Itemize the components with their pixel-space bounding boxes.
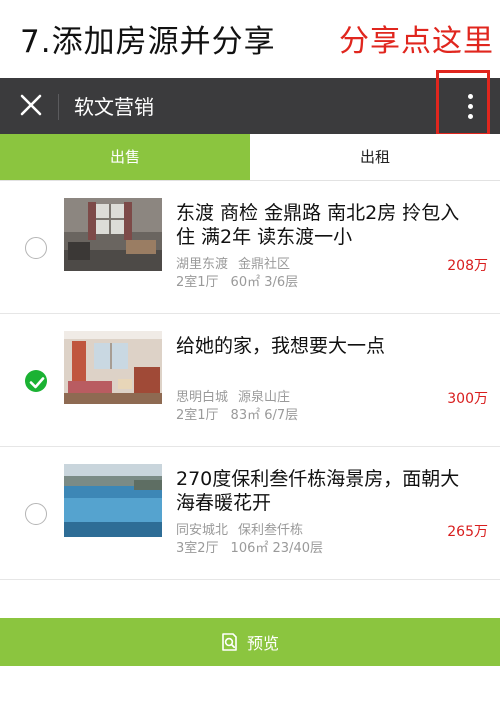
listing-specs: 2室1厅 60㎡ 3/6层: [176, 271, 298, 290]
floor-area: 106㎡: [230, 541, 269, 556]
listing-price: 265万: [447, 524, 488, 540]
floor-level: 23/40层: [272, 541, 323, 556]
floor-area: 83㎡: [230, 408, 261, 423]
more-vertical-icon: [468, 94, 473, 99]
search-document-icon: [222, 633, 237, 651]
listing-specs: 3室2厅 106㎡ 23/40层: [176, 537, 323, 556]
listing-item[interactable]: 270度保利叁仟栋海景房，面朝大海春暖花开 同安城北 保利叁仟栋 3室2厅 106㎡…: [0, 447, 500, 580]
district-name: 同安城北: [176, 523, 229, 538]
listing-title: 东渡 商检 金鼎路 南北2房 拎包入住 满2年 读东渡一小: [176, 202, 460, 248]
preview-label: 预览: [247, 634, 280, 653]
community-name: 金鼎社区: [238, 257, 291, 272]
close-icon: [20, 94, 42, 116]
district-name: 湖里东渡: [176, 257, 229, 272]
more-menu-button[interactable]: [448, 86, 492, 126]
step-title: 7.添加房源并分享: [20, 24, 276, 60]
app-bar: 软文营销: [0, 78, 500, 134]
listing-location: 思明白城 源泉山庄: [176, 386, 290, 405]
select-radio[interactable]: [25, 237, 47, 259]
checkmark-icon: [29, 377, 45, 389]
community-name: 保利叁仟栋: [238, 523, 304, 538]
listing-item[interactable]: 给她的家，我想要大一点 思明白城 源泉山庄 2室1厅 83㎡ 6/7层 300万: [0, 314, 500, 447]
district-name: 思明白城: [176, 390, 229, 405]
listing-specs: 2室1厅 83㎡ 6/7层: [176, 404, 298, 423]
page-title: 软文营销: [74, 95, 154, 119]
select-radio[interactable]: [25, 370, 47, 392]
listing-photo: [64, 198, 162, 271]
room-layout: 3室2厅: [176, 541, 219, 556]
listing-photo: [64, 331, 162, 404]
listing-list: 东渡 商检 金鼎路 南北2房 拎包入住 满2年 读东渡一小 湖里东渡 金鼎社区 2…: [0, 181, 500, 580]
share-hint-text: 分享点这里: [339, 24, 494, 59]
appbar-divider: [58, 94, 59, 120]
tab-rent[interactable]: 出租: [250, 134, 500, 180]
instruction-header: 7.添加房源并分享 分享点这里: [0, 0, 500, 78]
listing-price: 300万: [447, 391, 488, 407]
preview-button-content: 预览: [220, 630, 279, 654]
floor-area: 60㎡: [230, 275, 261, 290]
floor-level: 6/7层: [264, 408, 299, 423]
preview-button[interactable]: 预览: [0, 618, 500, 666]
listing-location: 湖里东渡 金鼎社区: [176, 253, 290, 272]
tab-bar: 出售 出租: [0, 134, 500, 181]
community-name: 源泉山庄: [238, 390, 291, 405]
tab-sale[interactable]: 出售: [0, 134, 250, 180]
listing-item[interactable]: 东渡 商检 金鼎路 南北2房 拎包入住 满2年 读东渡一小 湖里东渡 金鼎社区 2…: [0, 181, 500, 314]
listing-title: 270度保利叁仟栋海景房，面朝大海春暖花开: [176, 468, 460, 514]
room-layout: 2室1厅: [176, 408, 219, 423]
close-button[interactable]: [12, 86, 52, 126]
listing-title: 给她的家，我想要大一点: [176, 335, 386, 357]
listing-location: 同安城北 保利叁仟栋: [176, 519, 303, 538]
select-radio[interactable]: [25, 503, 47, 525]
room-layout: 2室1厅: [176, 275, 219, 290]
listing-photo: [64, 464, 162, 537]
listing-price: 208万: [447, 258, 488, 274]
floor-level: 3/6层: [264, 275, 299, 290]
